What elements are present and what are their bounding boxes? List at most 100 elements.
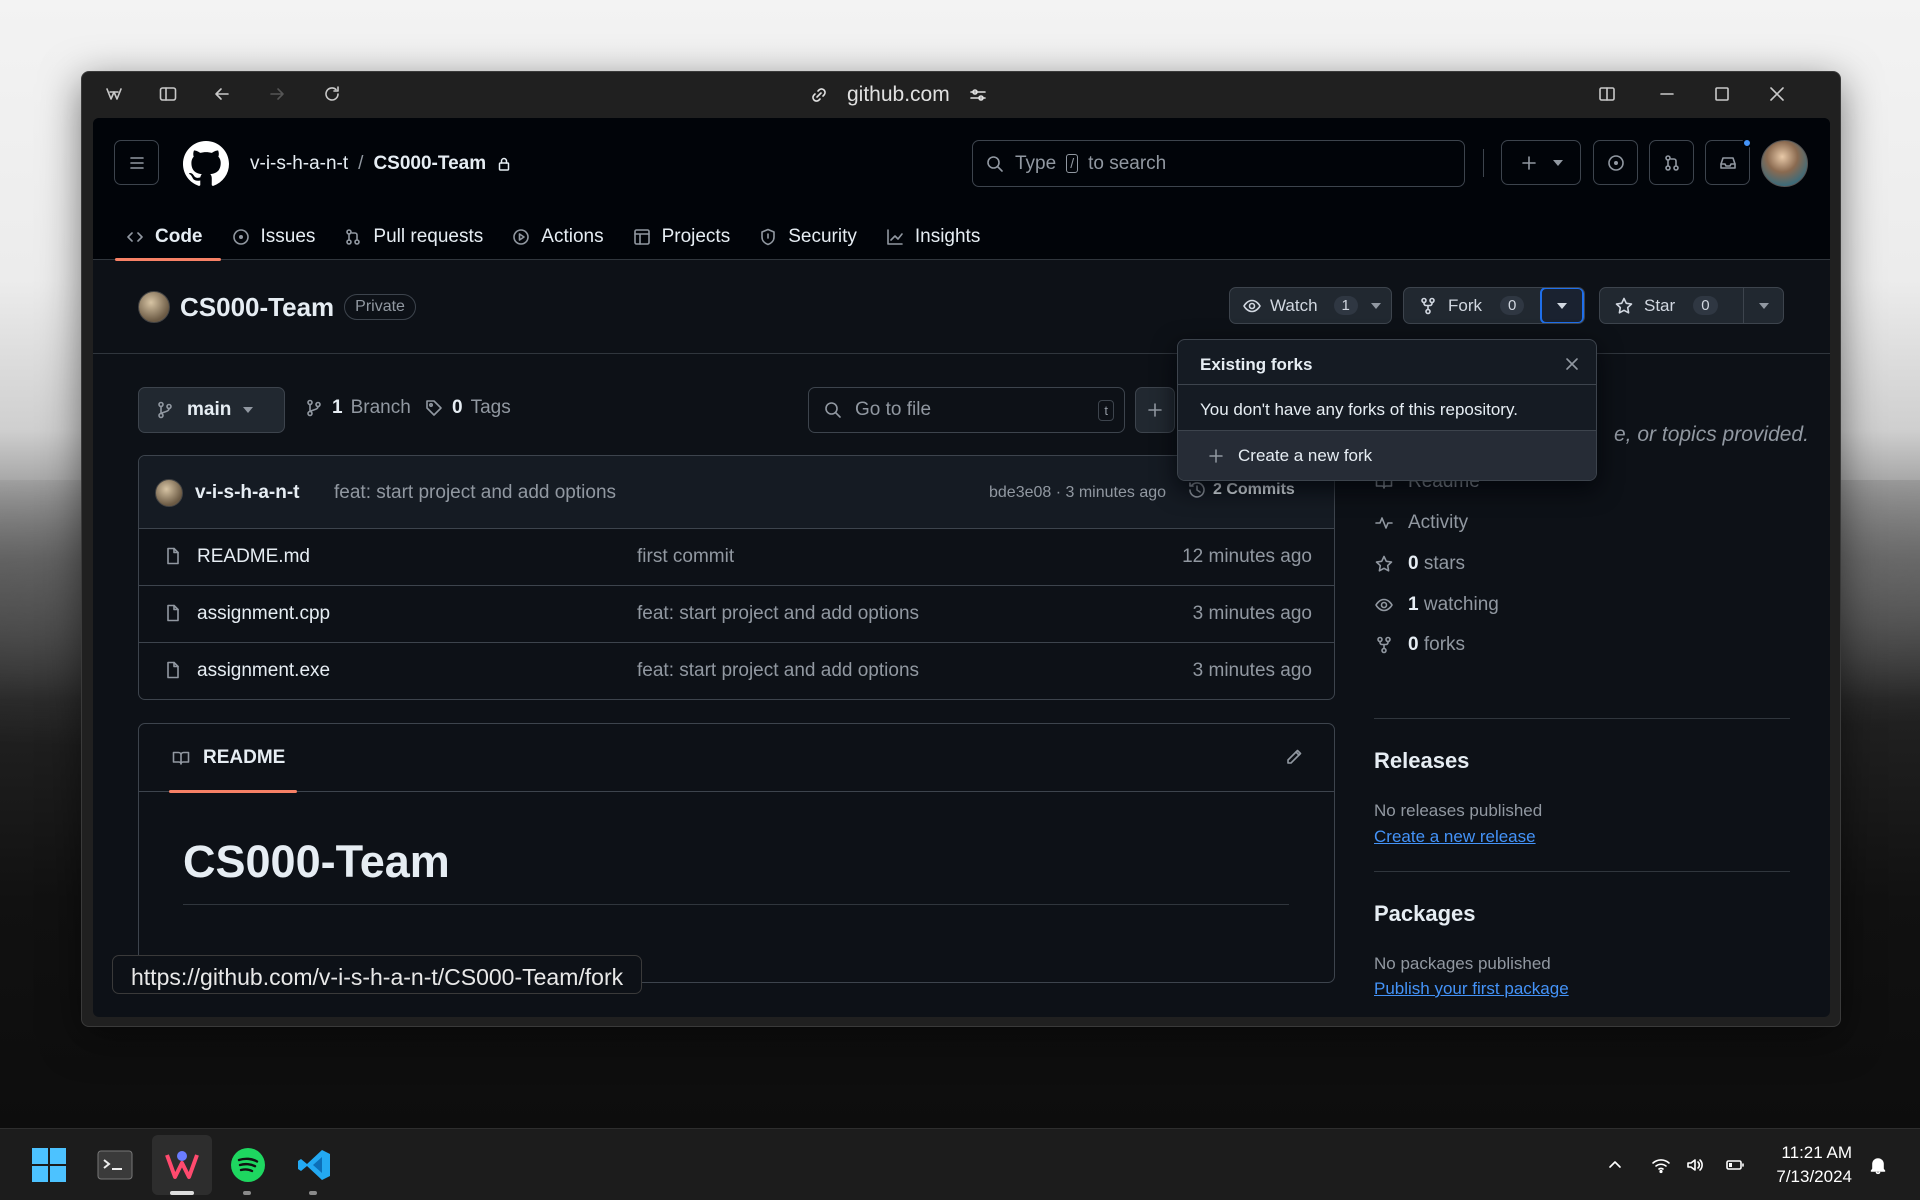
publish-package-link[interactable]: Publish your first package xyxy=(1374,979,1569,999)
branch-selector[interactable]: main xyxy=(138,387,285,433)
about-watching-link[interactable]: 1 watching xyxy=(1374,594,1499,616)
about-activity-link[interactable]: Activity xyxy=(1374,512,1468,534)
watch-main[interactable]: Watch 1 xyxy=(1230,296,1361,316)
notifications-bell-icon[interactable] xyxy=(1856,1143,1900,1187)
taskbar-clock[interactable]: 11:21 AM 7/13/2024 xyxy=(1776,1141,1852,1189)
table-row[interactable]: assignment.exe feat: start project and ad… xyxy=(139,643,1334,699)
commits-link[interactable]: 2 Commits xyxy=(1187,480,1295,500)
commit-message[interactable]: feat: start project and add options xyxy=(334,482,616,504)
table-row[interactable]: assignment.cpp feat: start project and ad… xyxy=(139,586,1334,643)
owner-avatar[interactable] xyxy=(138,291,170,323)
minimize-icon[interactable] xyxy=(1657,84,1677,104)
tab-pull-requests[interactable]: Pull requests xyxy=(333,214,501,260)
add-file-button[interactable] xyxy=(1135,387,1175,433)
releases-heading[interactable]: Releases xyxy=(1374,748,1469,774)
readme-header: README xyxy=(139,724,1334,793)
file-name[interactable]: README.md xyxy=(197,546,310,568)
about-stars-link[interactable]: 0 stars xyxy=(1374,553,1465,575)
star-button[interactable]: Star 0 xyxy=(1599,287,1784,324)
commit-author-avatar[interactable] xyxy=(155,479,183,507)
readme-tab[interactable]: README xyxy=(159,724,298,793)
about-activity-label: Activity xyxy=(1408,512,1469,533)
plus-icon xyxy=(1519,153,1539,173)
packages-heading[interactable]: Packages xyxy=(1374,901,1476,927)
file-commit-message[interactable]: feat: start project and add options xyxy=(637,603,919,625)
file-icon xyxy=(163,546,183,566)
vscode-icon[interactable] xyxy=(292,1143,336,1187)
commits-count: 2 Commits xyxy=(1213,481,1295,498)
spotify-icon[interactable] xyxy=(226,1143,270,1187)
create-fork-item[interactable]: Create a new fork xyxy=(1178,431,1596,480)
tab-security[interactable]: Security xyxy=(748,214,875,260)
no-packages-text: No packages published xyxy=(1374,954,1551,973)
tags-link[interactable]: 0 Tags xyxy=(424,397,511,419)
fork-label: Fork xyxy=(1448,295,1482,315)
tab-issues[interactable]: Issues xyxy=(221,214,334,260)
pull-requests-button[interactable] xyxy=(1649,140,1694,185)
readme-tab-label: README xyxy=(203,747,286,768)
github-header: v-i-s-h-a-n-t / CS000-Team Type / to sea… xyxy=(93,118,1830,261)
address-bar[interactable]: github.com xyxy=(809,82,988,108)
sidebar-toggle-icon[interactable] xyxy=(158,84,178,104)
github-logo-icon[interactable] xyxy=(183,141,229,187)
volume-icon[interactable] xyxy=(1673,1143,1717,1187)
reload-icon[interactable] xyxy=(322,84,342,104)
browser-logo-icon[interactable] xyxy=(104,84,124,104)
battery-icon[interactable] xyxy=(1713,1143,1757,1187)
watch-button[interactable]: Watch 1 xyxy=(1229,287,1392,324)
browser-app-icon[interactable] xyxy=(160,1143,204,1187)
fork-button[interactable]: Fork 0 xyxy=(1403,287,1585,324)
commit-author[interactable]: v-i-s-h-a-n-t xyxy=(195,482,299,504)
tab-actions-label: Actions xyxy=(541,226,604,247)
watch-caret-down-icon[interactable] xyxy=(1361,302,1391,309)
file-commit-message[interactable]: first commit xyxy=(637,546,734,568)
start-button[interactable] xyxy=(27,1143,71,1187)
search-shortcut-key: / xyxy=(1066,154,1079,173)
star-caret-down-icon[interactable] xyxy=(1744,302,1783,309)
inbox-button[interactable] xyxy=(1705,138,1752,185)
file-name[interactable]: assignment.exe xyxy=(197,660,330,682)
back-icon[interactable] xyxy=(212,84,232,104)
tab-actions[interactable]: Actions xyxy=(501,214,621,260)
issues-button[interactable] xyxy=(1593,140,1638,185)
book-icon xyxy=(171,748,191,768)
owner-link[interactable]: v-i-s-h-a-n-t xyxy=(250,153,348,175)
close-icon[interactable] xyxy=(1562,354,1582,374)
branch-count-icon xyxy=(304,398,324,418)
go-to-file-input[interactable]: Go to file t xyxy=(808,387,1125,433)
fork-main[interactable]: Fork 0 xyxy=(1404,296,1540,316)
pencil-icon[interactable] xyxy=(1284,747,1304,767)
tab-projects[interactable]: Projects xyxy=(622,214,749,260)
repo-link[interactable]: CS000-Team xyxy=(373,153,486,175)
about-description: e, or topics provided. xyxy=(1614,423,1809,446)
table-row[interactable]: README.md first commit 12 minutes ago xyxy=(139,529,1334,586)
star-main[interactable]: Star 0 xyxy=(1600,296,1743,316)
maximize-icon[interactable] xyxy=(1712,84,1732,104)
forward-icon[interactable] xyxy=(267,84,287,104)
caret-down-icon xyxy=(1553,159,1563,166)
terminal-icon[interactable] xyxy=(93,1143,137,1187)
hamburger-menu-button[interactable] xyxy=(114,140,159,185)
eye-icon xyxy=(1242,296,1262,316)
stars-label: stars xyxy=(1423,553,1466,574)
site-settings-icon[interactable] xyxy=(968,85,988,105)
watch-count: 1 xyxy=(1333,296,1358,315)
create-release-link[interactable]: Create a new release xyxy=(1374,827,1536,847)
close-window-icon[interactable] xyxy=(1767,84,1787,104)
file-commit-message[interactable]: feat: start project and add options xyxy=(637,660,919,682)
fork-dropdown-caret-icon[interactable] xyxy=(1540,288,1584,323)
chevron-up-icon[interactable] xyxy=(1593,1143,1637,1187)
tag-count: 0 xyxy=(452,397,463,418)
repo-name[interactable]: CS000-Team xyxy=(180,292,334,323)
search-input[interactable]: Type / to search xyxy=(972,140,1465,187)
commit-meta[interactable]: bde3e08 · 3 minutes ago xyxy=(989,484,1166,502)
user-avatar[interactable] xyxy=(1761,140,1808,187)
branches-link[interactable]: 1 Branch xyxy=(304,397,411,419)
create-new-button[interactable] xyxy=(1501,140,1581,185)
tab-insights[interactable]: Insights xyxy=(875,214,998,260)
split-view-icon[interactable] xyxy=(1597,84,1617,104)
tab-code[interactable]: Code xyxy=(115,214,221,261)
file-name[interactable]: assignment.cpp xyxy=(197,603,330,625)
file-icon xyxy=(163,660,183,680)
about-forks-link[interactable]: 0 forks xyxy=(1374,634,1465,656)
